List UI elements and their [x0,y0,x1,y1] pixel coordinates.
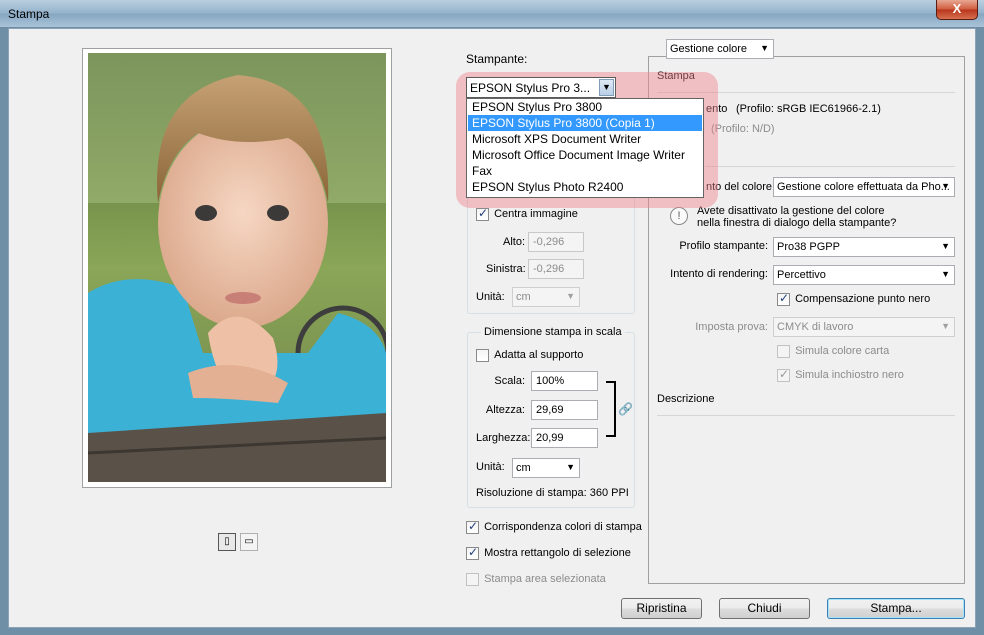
title-bar[interactable] [0,0,984,28]
center-image-label: Centra immagine [494,208,578,221]
printer-option[interactable]: EPSON Stylus Photo R2400 [468,179,702,195]
warning-line-1: Avete disattivato la gestione del colore [697,205,885,217]
color-handling-value: Gestione colore effettuata da Pho... [777,181,950,193]
printer-option[interactable]: Microsoft Office Document Image Writer [468,147,702,163]
portrait-orientation-icon[interactable]: ▯ [218,533,236,551]
printer-profile-label: Profilo stampante: [679,240,768,252]
print-selected-checkbox[interactable]: Stampa area selezionata [466,573,606,586]
fit-media-checkbox[interactable]: Adatta al supporto [476,349,583,362]
print-resolution: Risoluzione di stampa: 360 PPI [476,487,629,499]
proof-profile: (Profilo: N/D) [711,123,775,135]
proof-setup-label: Imposta prova: [695,321,768,333]
close-button[interactable]: Chiudi [719,598,810,619]
scale-label: Scala: [494,375,525,387]
window-title: Stampa [8,7,50,21]
link-icon[interactable]: 🔗 [618,402,633,416]
rendering-intent-select[interactable]: Percettivo ▼ [773,265,955,285]
rendering-intent-label: Intento di rendering: [670,268,768,280]
printer-profile-select[interactable]: Pro38 PGPP ▼ [773,237,955,257]
chevron-down-icon: ▼ [941,269,950,279]
window-close-button[interactable]: X [936,0,978,20]
printer-dropdown-list: EPSON Stylus Pro 3800 EPSON Stylus Pro 3… [466,98,704,198]
document-profile: (Profilo: sRGB IEC61966-2.1) [736,103,881,115]
left-label: Sinistra: [486,263,526,275]
warning-icon: ! [670,207,688,225]
black-ink-check[interactable] [777,367,790,382]
paper-color-label: Simula colore carta [795,345,890,358]
scale-unit-value: cm [516,462,531,474]
fit-media-label: Adatta al supporto [494,349,584,362]
fit-media-check[interactable] [476,349,489,362]
top-label: Alto: [503,236,526,248]
description-title: Descrizione [657,393,715,405]
match-colors-label: Corrispondenza colori di stampa [484,521,642,534]
position-unit-value: cm [516,291,531,303]
print-button[interactable]: Stampa... [827,598,965,619]
match-colors-checkbox[interactable]: Corrispondenza colori di stampa [466,519,642,534]
printer-select[interactable]: EPSON Stylus Pro 3... ▼ [466,77,616,98]
printer-profile-value: Pro38 PGPP [777,241,840,253]
chevron-down-icon: ▼ [941,241,950,251]
scale-group-title: Dimensione stampa in scala [481,326,625,338]
black-ink-checkbox[interactable]: Simula inchiostro nero [777,367,904,382]
width-field[interactable]: 20,99 [531,428,598,448]
scale-unit-label: Unità: [476,461,505,473]
rendering-intent-value: Percettivo [777,269,826,281]
match-colors-check[interactable] [466,519,479,534]
black-point-check[interactable] [777,291,790,306]
show-bbox-check[interactable] [466,545,479,560]
chevron-down-icon: ▼ [941,181,950,191]
proof-setup-value: CMYK di lavoro [777,321,854,333]
chevron-down-icon: ▼ [760,43,769,53]
reset-button[interactable]: Ripristina [621,598,702,619]
color-handling-select[interactable]: Gestione colore effettuata da Pho... ▼ [773,177,955,197]
left-field[interactable]: -0,296 [528,259,584,279]
printer-label: Stampante: [466,52,528,66]
black-ink-label: Simula inchiostro nero [795,369,904,382]
scale-unit-select[interactable]: cm ▼ [512,458,580,478]
print-selected-check[interactable] [466,573,479,586]
top-field[interactable]: -0,296 [528,232,584,252]
divider [705,166,955,167]
printer-option[interactable]: EPSON Stylus Pro 3800 [468,99,702,115]
width-label: Larghezza: [476,432,531,444]
printer-option[interactable]: Microsoft XPS Document Writer [468,131,702,147]
height-field[interactable]: 29,69 [531,400,598,420]
height-label: Altezza: [485,404,525,416]
center-image-checkbox[interactable]: Centra immagine [476,206,578,221]
printer-option-selected[interactable]: EPSON Stylus Pro 3800 (Copia 1) [468,115,702,131]
chevron-down-icon: ▼ [566,462,575,472]
show-bbox-label: Mostra rettangolo di selezione [484,547,631,560]
chevron-down-icon: ▼ [566,291,575,301]
proof-setup-select[interactable]: CMYK di lavoro ▼ [773,317,955,337]
chevron-down-icon[interactable]: ▼ [599,79,614,96]
preview-image[interactable] [88,53,386,482]
paper-color-check[interactable] [777,345,790,358]
scale-field[interactable]: 100% [531,371,598,391]
panel-mode-select[interactable]: Gestione colore ▼ [666,39,774,59]
black-point-label: Compensazione punto nero [795,293,931,306]
constrain-bracket [606,381,616,437]
position-unit-label: Unità: [476,291,505,303]
chevron-down-icon: ▼ [941,321,950,331]
warning-line-2: nella finestra di dialogo della stampant… [697,217,897,229]
landscape-orientation-icon[interactable]: ▭ [240,533,258,551]
position-unit-select[interactable]: cm ▼ [512,287,580,307]
paper-color-checkbox[interactable]: Simula colore carta [777,345,889,358]
show-bbox-checkbox[interactable]: Mostra rettangolo di selezione [466,545,631,560]
printer-option[interactable]: Fax [468,163,702,179]
printer-selected-value: EPSON Stylus Pro 3... [470,81,591,95]
print-selected-label: Stampa area selezionata [484,573,606,586]
divider [657,415,955,416]
panel-mode-value: Gestione colore [670,43,748,55]
black-point-checkbox[interactable]: Compensazione punto nero [777,291,931,306]
center-image-check[interactable] [476,206,489,221]
